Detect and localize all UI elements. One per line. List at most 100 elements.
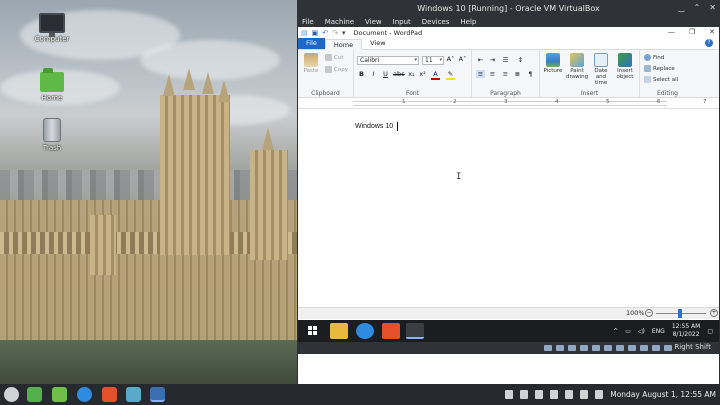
highlight-button[interactable]: ✎	[446, 70, 455, 80]
decrease-indent-icon[interactable]: ⇤	[476, 56, 485, 64]
menu-devices[interactable]: Devices	[422, 18, 450, 26]
tab-view[interactable]: View	[362, 38, 393, 49]
paste-button[interactable]: Paste	[300, 53, 322, 74]
menu-input[interactable]: Input	[393, 18, 411, 26]
underline-button[interactable]: U	[381, 70, 390, 78]
brave-browser-icon[interactable]	[382, 323, 400, 339]
menu-view[interactable]: View	[365, 18, 382, 26]
align-right-icon[interactable]: ≡	[501, 70, 510, 78]
web-browser-icon[interactable]	[77, 387, 92, 402]
bluetooth-icon[interactable]	[550, 390, 559, 399]
wp-maximize-icon[interactable]: ❐	[689, 27, 695, 38]
vbox-titlebar[interactable]: Windows 10 [Running] - Oracle VM Virtual…	[297, 0, 720, 16]
windows-start-icon[interactable]	[308, 326, 318, 336]
quick-access-dropdown-icon[interactable]: ▾	[342, 29, 346, 37]
file-explorer-icon[interactable]	[330, 323, 348, 339]
windows-clock[interactable]: 12:55 AM 8/1/2022	[672, 323, 700, 339]
close-icon[interactable]: ✕	[709, 2, 716, 14]
paragraph-dialog-icon[interactable]: ¶	[526, 70, 535, 78]
font-size-select[interactable]: 11 ▾	[422, 56, 444, 65]
files-icon[interactable]	[52, 387, 67, 402]
document-text[interactable]: Windows 10	[355, 123, 393, 130]
virtualbox-vm-icon[interactable]	[150, 387, 165, 402]
show-hidden-icons-icon[interactable]: ^	[613, 328, 618, 335]
copy-button[interactable]: Copy	[325, 66, 348, 73]
maximize-icon[interactable]: ⌃	[694, 2, 701, 14]
mouse-integration-icon[interactable]	[652, 345, 660, 351]
paint-drawing-button[interactable]: Paint drawing	[566, 53, 588, 80]
save-icon[interactable]: ▣	[312, 29, 319, 37]
notifications-icon[interactable]: ▢	[707, 328, 713, 335]
tab-file[interactable]: File	[298, 38, 325, 49]
increase-indent-icon[interactable]: ⇥	[488, 56, 497, 64]
strikethrough-button[interactable]: abc	[393, 70, 405, 78]
tab-home[interactable]: Home	[324, 39, 363, 50]
undo-icon[interactable]: ↶	[322, 29, 328, 37]
brave-icon[interactable]	[102, 387, 117, 402]
insert-picture-button[interactable]: Picture	[542, 53, 564, 74]
usb-icon[interactable]	[592, 345, 600, 351]
audio-icon[interactable]	[568, 345, 576, 351]
wordpad-titlebar[interactable]: ▤ ▣ ↶ ↷ ▾ Document - WordPad — ❐ ✕	[298, 27, 719, 38]
wp-close-icon[interactable]: ✕	[709, 27, 715, 38]
display-icon[interactable]	[616, 345, 624, 351]
power-icon[interactable]	[595, 390, 604, 399]
align-center-icon[interactable]: ≡	[488, 70, 497, 78]
edge-browser-icon[interactable]	[356, 323, 374, 339]
keyboard-icon[interactable]	[664, 345, 672, 351]
date-time-button[interactable]: Date and time	[590, 53, 612, 86]
shared-folders-icon[interactable]	[604, 345, 612, 351]
menu-file[interactable]: File	[302, 18, 314, 26]
select-all-button[interactable]: Select all	[644, 76, 678, 83]
battery-icon[interactable]	[505, 390, 514, 399]
help-icon[interactable]: ?	[705, 39, 713, 47]
wordpad-taskbar-icon[interactable]	[406, 323, 424, 339]
virtualbox-manager-icon[interactable]	[126, 387, 141, 402]
line-spacing-icon[interactable]: ↕	[516, 56, 525, 64]
desktop-icon-trash[interactable]: Trash	[22, 118, 82, 152]
desktop-icon-home[interactable]: Home	[22, 68, 82, 102]
minimize-icon[interactable]: ‿	[678, 2, 684, 14]
align-left-icon[interactable]: ≡	[476, 70, 485, 78]
font-family-select[interactable]: Calibri ▾	[357, 56, 419, 65]
grow-font-button[interactable]: A˄	[446, 55, 455, 63]
network-icon[interactable]: ▭	[625, 328, 631, 335]
superscript-button[interactable]: x²	[418, 70, 427, 78]
cpu-icon[interactable]	[640, 345, 648, 351]
redo-icon[interactable]: ↷	[332, 29, 338, 37]
zoom-out-icon[interactable]: −	[645, 309, 653, 317]
menu-machine[interactable]: Machine	[325, 18, 354, 26]
text-color-button[interactable]: A	[431, 70, 440, 80]
insert-object-button[interactable]: Insert object	[614, 53, 636, 80]
clipboard-icon[interactable]	[520, 390, 529, 399]
network-icon[interactable]	[565, 390, 574, 399]
panel-clock[interactable]: Monday August 1, 12:55 AM	[610, 390, 716, 399]
zoom-in-icon[interactable]: +	[710, 309, 718, 317]
hard-disk-icon[interactable]	[544, 345, 552, 351]
document-area[interactable]: Windows 10 I	[298, 110, 719, 325]
menu-help[interactable]: Help	[460, 18, 476, 26]
find-button[interactable]: Find	[644, 54, 664, 61]
optical-drive-icon[interactable]	[556, 345, 564, 351]
language-indicator[interactable]: ENG	[652, 328, 665, 335]
desktop-icon-computer[interactable]: Computer	[22, 13, 82, 43]
italic-button[interactable]: I	[369, 70, 378, 78]
shield-icon[interactable]	[535, 390, 544, 399]
replace-button[interactable]: Replace	[644, 65, 675, 72]
ruler[interactable]: 1 2 3 4 5 6 7	[298, 98, 719, 109]
network-adapter-icon[interactable]	[580, 345, 588, 351]
wp-minimize-icon[interactable]: —	[668, 27, 675, 38]
justify-icon[interactable]: ≣	[513, 70, 522, 78]
vm-display[interactable]: ▤ ▣ ↶ ↷ ▾ Document - WordPad — ❐ ✕ File …	[298, 27, 719, 384]
shrink-font-button[interactable]: A˅	[458, 55, 467, 63]
bullets-icon[interactable]: ☰	[501, 56, 510, 64]
zoom-slider-thumb[interactable]	[678, 309, 682, 318]
bold-button[interactable]: B	[357, 70, 366, 78]
volume-icon[interactable]: ◁)	[638, 328, 645, 335]
recording-icon[interactable]	[628, 345, 636, 351]
mint-menu-icon[interactable]	[4, 387, 19, 402]
subscript-button[interactable]: x₂	[407, 70, 416, 78]
show-desktop-icon[interactable]	[27, 387, 42, 402]
volume-icon[interactable]	[580, 390, 589, 399]
cut-button[interactable]: Cut	[325, 54, 343, 61]
